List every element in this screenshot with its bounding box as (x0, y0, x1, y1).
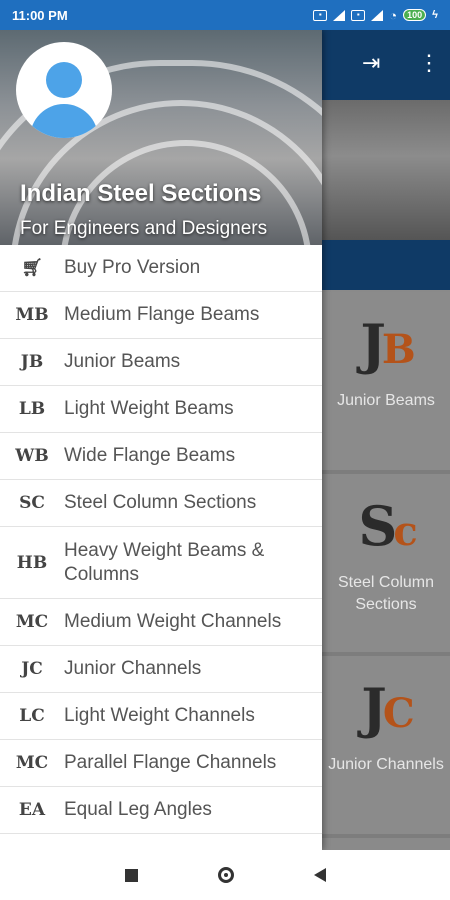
cart-icon: 🛒︎ (21, 258, 43, 278)
menu-item-light-weight-channels[interactable]: LC Light Weight Channels (0, 693, 322, 740)
battery-icon: 100 (403, 9, 427, 21)
menu-item-parallel-flange-channels[interactable]: MC Parallel Flange Channels (0, 740, 322, 787)
tile-logo: Sc (358, 494, 417, 558)
mc-icon: MC (15, 612, 49, 632)
menu-item-wide-flange-beams[interactable]: WB Wide Flange Beams (0, 433, 322, 480)
home-button[interactable] (217, 867, 234, 883)
menu-item-label: Buy Pro Version (64, 257, 201, 278)
menu-item-medium-weight-channels[interactable]: MC Medium Weight Channels (0, 599, 322, 646)
logout-icon[interactable]: ⇥ (362, 50, 380, 76)
tile-logo: JC (361, 676, 414, 740)
wifi-icon: ◔ (389, 7, 398, 23)
drawer-header: Indian Steel Sections For Engineers and … (0, 30, 322, 245)
menu-item-label: Equal Leg Angles (64, 799, 212, 820)
wb-icon: WB (15, 446, 49, 466)
menu-item-label: Heavy Weight Beams & Columns (64, 539, 265, 585)
menu-item-label: Light Weight Channels (64, 705, 255, 726)
status-bar: 11:00 PM ▪ ▪ ◔ 100 ϟ (0, 0, 450, 30)
tile-label: Steel Column Sections (337, 574, 435, 613)
drawer-subtitle: For Engineers and Designers (20, 218, 268, 239)
jc-icon: JC (21, 659, 43, 679)
sc-icon: SC (19, 493, 45, 513)
menu-item-label: Medium Weight Channels (64, 611, 282, 632)
tile-label: Junior Beams (337, 392, 435, 409)
menu-item-heavy-weight-beams[interactable]: HB Heavy Weight Beams & Columns (0, 527, 322, 599)
recents-button[interactable] (124, 868, 138, 882)
sim-icon: ▪ (313, 9, 328, 21)
menu-item-light-weight-beams[interactable]: LB Light Weight Beams (0, 386, 322, 433)
mb-icon: MB (15, 305, 49, 325)
tile-label: Junior Channels (328, 756, 444, 773)
tile-junior-beams[interactable]: JB Junior Beams (322, 292, 450, 474)
status-icons: ▪ ▪ ◔ 100 ϟ (313, 8, 438, 23)
menu-item-label: Steel Column Sections (64, 492, 257, 513)
pc-icon: MC (15, 753, 49, 773)
drawer-menu: 🛒︎ Buy Pro Version MB Medium Flange Beam… (0, 245, 322, 834)
menu-item-steel-column-sections[interactable]: SC Steel Column Sections (0, 480, 322, 527)
avatar-body (30, 104, 98, 138)
lc-icon: LC (19, 706, 45, 726)
more-options-icon[interactable]: ⋮ (418, 50, 440, 76)
menu-item-equal-leg-angles[interactable]: EA Equal Leg Angles (0, 787, 322, 834)
menu-item-junior-beams[interactable]: JB Junior Beams (0, 339, 322, 386)
charging-icon: ϟ (432, 9, 438, 21)
tile-junior-channels[interactable]: JC Junior Channels (322, 656, 450, 838)
system-nav-bar (0, 850, 450, 900)
signal2-icon (371, 9, 384, 21)
avatar-head (46, 62, 82, 98)
navigation-drawer: Indian Steel Sections For Engineers and … (0, 30, 322, 850)
menu-item-medium-flange-beams[interactable]: MB Medium Flange Beams (0, 292, 322, 339)
menu-item-label: Wide Flange Beams (64, 445, 236, 466)
drawer-title: Indian Steel Sections (20, 180, 262, 207)
menu-item-label: Junior Beams (64, 351, 181, 372)
back-button[interactable] (313, 868, 326, 882)
sim2-icon: ▪ (351, 9, 366, 21)
avatar[interactable] (16, 42, 112, 138)
tile-logo: JB (360, 312, 415, 376)
tile-steel-column-sections[interactable]: Sc Steel Column Sections (322, 474, 450, 656)
lb-icon: LB (18, 399, 46, 419)
menu-item-junior-channels[interactable]: JC Junior Channels (0, 646, 322, 693)
menu-item-label: Parallel Flange Channels (64, 752, 277, 773)
menu-item-label: Junior Channels (64, 658, 202, 679)
hb-icon: HB (16, 552, 48, 573)
ea-icon: EA (18, 800, 46, 820)
status-time: 11:00 PM (12, 7, 68, 23)
menu-item-label: Medium Flange Beams (64, 304, 260, 325)
menu-item-buy-pro[interactable]: 🛒︎ Buy Pro Version (0, 245, 322, 292)
jb-icon: JB (20, 352, 44, 372)
signal-icon (333, 9, 346, 21)
menu-item-label: Light Weight Beams (64, 398, 234, 419)
